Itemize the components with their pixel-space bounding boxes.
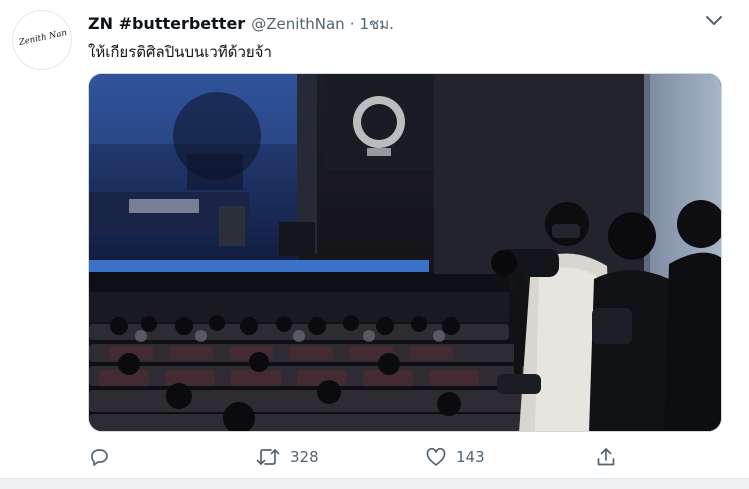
heart-icon — [426, 447, 446, 466]
tweet-header: ZN #butterbetter @ZenithNan · 1ชม. — [88, 12, 394, 34]
timestamp[interactable]: 1ชม. — [359, 12, 393, 36]
retweet-count: 328 — [290, 448, 319, 466]
reply-button[interactable] — [88, 444, 119, 470]
reply-icon — [91, 449, 108, 466]
retweet-button[interactable]: 328 — [255, 444, 319, 470]
like-count: 143 — [456, 448, 485, 466]
share-button[interactable] — [595, 444, 617, 470]
feed-divider — [0, 478, 749, 489]
tweet-card[interactable]: Zenith Nan ZN #butterbetter @ZenithNan ·… — [0, 0, 749, 489]
tweet-actions: 328 143 — [88, 444, 628, 470]
avatar-signature: Zenith Nan — [18, 28, 68, 48]
retweet-icon — [256, 449, 280, 465]
avatar[interactable]: Zenith Nan — [12, 10, 72, 70]
share-icon — [597, 448, 615, 466]
separator-dot: · — [349, 15, 355, 33]
tweet-text: ให้เกียรติศิลปินบนเวทีด้วยจ้า — [88, 43, 272, 61]
tweet-photo[interactable] — [88, 73, 722, 432]
concert-hall-photo — [89, 74, 721, 431]
user-handle[interactable]: @ZenithNan — [251, 15, 345, 33]
more-options-button[interactable] — [702, 10, 726, 32]
display-name[interactable]: ZN #butterbetter — [88, 14, 245, 33]
like-button[interactable]: 143 — [425, 444, 485, 470]
chevron-down-icon — [706, 16, 722, 25]
